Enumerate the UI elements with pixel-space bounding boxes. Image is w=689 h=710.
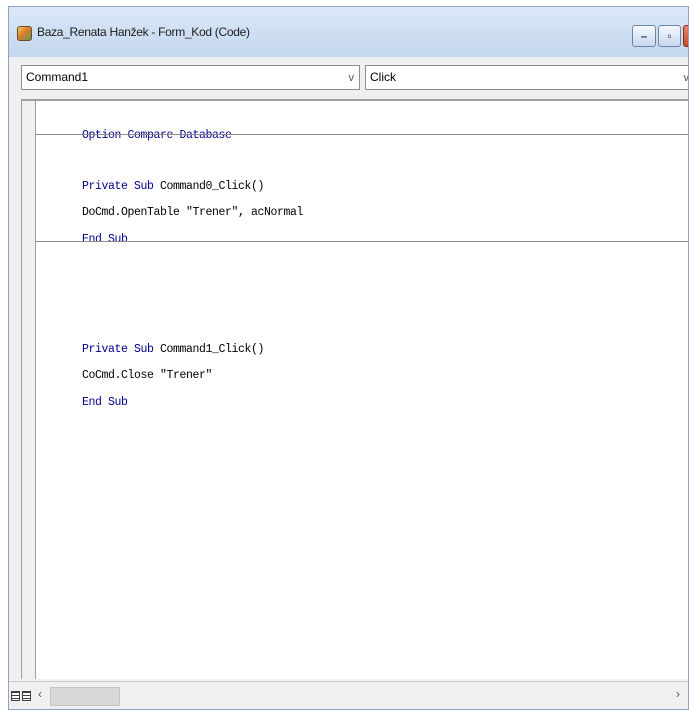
full-module-view-icon[interactable] <box>22 691 31 701</box>
minimize-icon: – <box>640 29 648 43</box>
object-dropdown-value: Command1 <box>26 70 89 84</box>
scroll-left-icon[interactable]: ‹ <box>38 687 42 701</box>
object-dropdown[interactable]: Command1 v <box>21 65 360 90</box>
close-button[interactable]: X <box>683 25 688 47</box>
title-bar[interactable]: Baza_Renata Hanžek - Form_Kod (Code) – ▫… <box>9 7 688 57</box>
bottom-bar: ‹ › <box>9 681 688 709</box>
code-line[interactable]: End Sub <box>43 220 128 259</box>
procedure-separator <box>36 134 688 135</box>
maximize-icon: ▫ <box>667 29 672 43</box>
procedure-dropdown[interactable]: Click v <box>365 65 689 91</box>
window-title: Baza_Renata Hanžek - Form_Kod (Code) <box>37 25 250 39</box>
horizontal-scrollbar-thumb[interactable] <box>50 687 120 706</box>
scroll-right-icon[interactable]: › <box>676 687 680 701</box>
access-form-icon <box>17 26 32 41</box>
chevron-down-icon[interactable]: v <box>349 66 355 91</box>
code-line[interactable]: End Sub <box>43 383 128 422</box>
procedure-separator <box>36 241 688 242</box>
maximize-button[interactable]: ▫ <box>658 25 681 47</box>
code-editor[interactable]: Option Compare Database Private Sub Comm… <box>21 99 688 679</box>
code-line[interactable]: Option Compare Database <box>43 116 232 155</box>
chevron-down-icon[interactable]: v <box>684 66 689 91</box>
code-window: Baza_Renata Hanžek - Form_Kod (Code) – ▫… <box>8 6 689 710</box>
margin-indicator-bar[interactable] <box>22 101 36 679</box>
procedure-dropdown-value: Click <box>370 70 396 84</box>
procedure-view-icon[interactable] <box>11 691 20 701</box>
minimize-button[interactable]: – <box>632 25 656 47</box>
